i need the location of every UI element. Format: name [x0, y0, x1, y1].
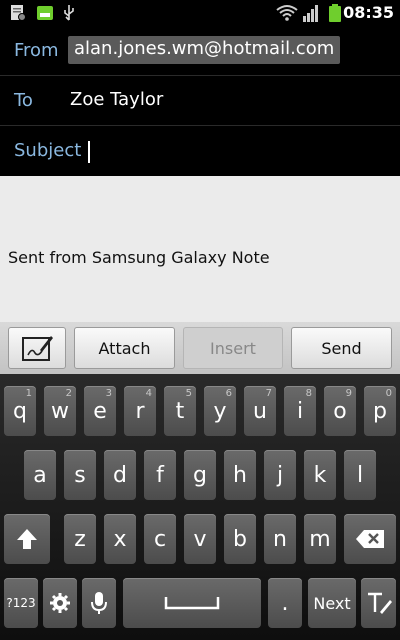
key-h[interactable]: h — [224, 450, 256, 500]
send-button[interactable]: Send — [291, 327, 392, 369]
shift-key[interactable] — [4, 514, 50, 564]
wifi-icon — [276, 5, 298, 21]
handwriting-button[interactable] — [8, 327, 66, 369]
key-label: u — [253, 398, 267, 424]
text-style-key[interactable] — [361, 578, 396, 628]
key-number-hint: 6 — [225, 388, 232, 399]
backspace-key[interactable] — [344, 514, 396, 564]
key-i[interactable]: 8i — [284, 386, 316, 436]
notification-icon — [11, 5, 26, 21]
insert-button[interactable]: Insert — [183, 327, 283, 369]
key-z[interactable]: z — [64, 514, 96, 564]
key-number-hint: 7 — [265, 388, 272, 399]
key-t[interactable]: 5t — [164, 386, 196, 436]
subject-row[interactable]: Subject — [0, 127, 400, 176]
key-label: q — [13, 398, 27, 424]
from-row[interactable]: From alan.jones.wm@hotmail.com — [0, 27, 400, 76]
space-key[interactable] — [123, 578, 261, 628]
key-label: w — [51, 398, 69, 424]
key-q[interactable]: 1q — [4, 386, 36, 436]
key-label: p — [373, 398, 387, 424]
action-bar: Attach Insert Send — [0, 322, 400, 374]
to-field[interactable]: Zoe Taylor — [70, 89, 163, 110]
key-number-hint: 0 — [385, 388, 392, 399]
shift-arrow-icon — [17, 529, 37, 549]
key-f[interactable]: f — [144, 450, 176, 500]
text-cursor — [88, 141, 90, 163]
key-label: r — [135, 398, 145, 424]
key-v[interactable]: v — [184, 514, 216, 564]
key-x[interactable]: x — [104, 514, 136, 564]
next-key[interactable]: Next — [308, 578, 356, 628]
key-j[interactable]: j — [264, 450, 296, 500]
key-o[interactable]: 9o — [324, 386, 356, 436]
key-number-hint: 8 — [305, 388, 312, 399]
key-n[interactable]: n — [264, 514, 296, 564]
voice-input-key[interactable] — [82, 578, 116, 628]
key-s[interactable]: s — [64, 450, 96, 500]
key-label: i — [296, 398, 304, 424]
to-row[interactable]: To Zoe Taylor — [0, 77, 400, 126]
key-y[interactable]: 6y — [204, 386, 236, 436]
status-time: 08:35 — [343, 3, 394, 22]
signal-icon — [303, 5, 318, 22]
microphone-icon — [91, 592, 107, 614]
key-number-hint: 3 — [105, 388, 112, 399]
key-label: o — [333, 398, 347, 424]
usb-icon — [64, 5, 74, 21]
key-number-hint: 1 — [25, 388, 32, 399]
period-key[interactable]: . — [268, 578, 302, 628]
key-w[interactable]: 2w — [44, 386, 76, 436]
text-format-icon — [367, 592, 392, 614]
from-label: From — [14, 40, 59, 61]
key-label: e — [93, 398, 107, 424]
battery-icon — [329, 4, 341, 22]
gear-icon — [50, 593, 70, 613]
key-label: y — [213, 398, 227, 424]
key-g[interactable]: g — [184, 450, 216, 500]
key-b[interactable]: b — [224, 514, 256, 564]
compose-header: From alan.jones.wm@hotmail.com To Zoe Ta… — [0, 27, 400, 176]
message-body[interactable]: Sent from Samsung Galaxy Note — [0, 176, 400, 322]
key-number-hint: 9 — [345, 388, 352, 399]
key-label: t — [175, 398, 185, 424]
status-bar: 08:35 — [0, 0, 400, 27]
on-screen-keyboard: 1q2w3e4r5t6y7u8i9o0p asdfghjkl zxcvbnm ?… — [0, 374, 400, 640]
attach-button[interactable]: Attach — [74, 327, 175, 369]
space-bar-icon — [164, 597, 220, 610]
handwriting-pen-icon — [22, 336, 53, 361]
subject-label: Subject — [14, 140, 82, 161]
key-d[interactable]: d — [104, 450, 136, 500]
key-p[interactable]: 0p — [364, 386, 396, 436]
key-c[interactable]: c — [144, 514, 176, 564]
key-u[interactable]: 7u — [244, 386, 276, 436]
key-number-hint: 2 — [65, 388, 72, 399]
from-account-chip[interactable]: alan.jones.wm@hotmail.com — [68, 36, 341, 64]
body-signature: Sent from Samsung Galaxy Note — [8, 248, 270, 267]
key-e[interactable]: 3e — [84, 386, 116, 436]
key-l[interactable]: l — [344, 450, 376, 500]
key-a[interactable]: a — [24, 450, 56, 500]
to-label: To — [14, 90, 33, 111]
nox-icon — [37, 6, 53, 20]
key-m[interactable]: m — [304, 514, 336, 564]
key-r[interactable]: 4r — [124, 386, 156, 436]
symbols-key[interactable]: ?123 — [4, 578, 38, 628]
settings-key[interactable] — [43, 578, 77, 628]
key-number-hint: 4 — [145, 388, 152, 399]
key-k[interactable]: k — [304, 450, 336, 500]
key-number-hint: 5 — [185, 388, 192, 399]
backspace-icon — [356, 530, 384, 548]
